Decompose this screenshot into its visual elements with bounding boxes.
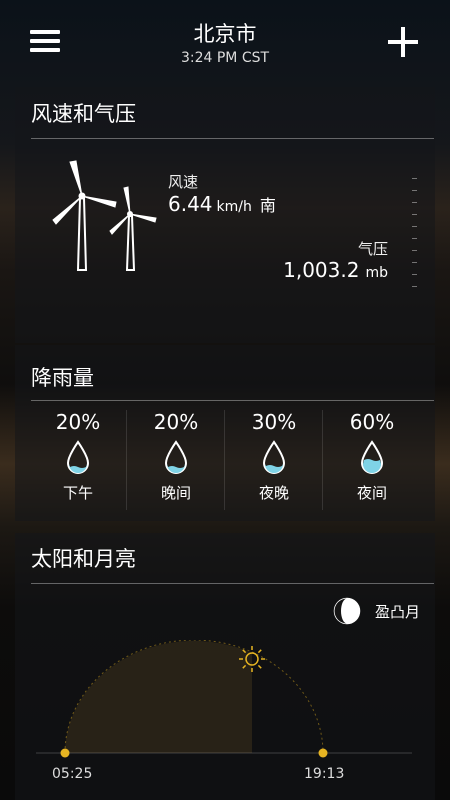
moon-phase-label: 盈凸月: [374, 603, 420, 621]
wind-speed: 6.44 km/h 南: [168, 192, 276, 216]
city-name[interactable]: 北京市: [0, 18, 450, 48]
precipitation-percent: 20%: [153, 410, 199, 434]
wind-speed-value: 6.44: [168, 192, 213, 216]
wind-speed-unit: km/h: [216, 199, 252, 215]
pressure-unit: mb: [365, 265, 388, 281]
local-time: 3:24 PM CST: [180, 50, 270, 66]
wind-label: 风速: [168, 173, 199, 191]
raindrop-icon: [262, 440, 286, 474]
pressure-gauge-ticks: [412, 178, 418, 298]
divider: [31, 138, 434, 139]
divider: [31, 400, 434, 401]
precipitation-period: 夜间: [356, 484, 387, 502]
pressure: 1,003.2 mb: [283, 258, 388, 282]
sunset-time: 19:13: [304, 766, 345, 782]
wind-direction: 南: [259, 196, 276, 215]
waxing-gibbous-moon-icon: [333, 597, 361, 625]
divider: [31, 583, 434, 584]
precipitation-item: 30% 夜晚: [225, 408, 323, 514]
raindrop-icon: [164, 440, 188, 474]
precipitation-period: 下午: [62, 484, 93, 502]
top-bar: 北京市 3:24 PM CST: [0, 0, 450, 86]
precipitation-item: 60% 夜间: [323, 408, 421, 514]
precipitation-title: 降雨量: [31, 366, 94, 390]
sun-icon: [239, 646, 265, 672]
raindrop-icon: [66, 440, 90, 474]
precipitation-percent: 20%: [55, 410, 101, 434]
sunrise-time: 05:25: [52, 766, 93, 782]
precipitation-percent: 30%: [251, 410, 297, 434]
precipitation-percent: 60%: [349, 410, 395, 434]
sun-moon-title: 太阳和月亮: [31, 547, 136, 571]
raindrop-icon: [360, 440, 384, 474]
pressure-value: 1,003.2: [283, 258, 360, 282]
wind-pressure-title: 风速和气压: [31, 102, 136, 126]
sun-path-arc: [36, 640, 412, 758]
pressure-label: 气压: [357, 240, 388, 258]
precipitation-item: 20% 下午: [29, 408, 127, 514]
precipitation-period: 晚间: [160, 484, 191, 502]
precipitation-period: 夜晚: [258, 484, 289, 502]
add-location-button[interactable]: [388, 27, 418, 57]
precipitation-item: 20% 晚间: [127, 408, 225, 514]
wind-turbines-icon: [52, 160, 157, 271]
